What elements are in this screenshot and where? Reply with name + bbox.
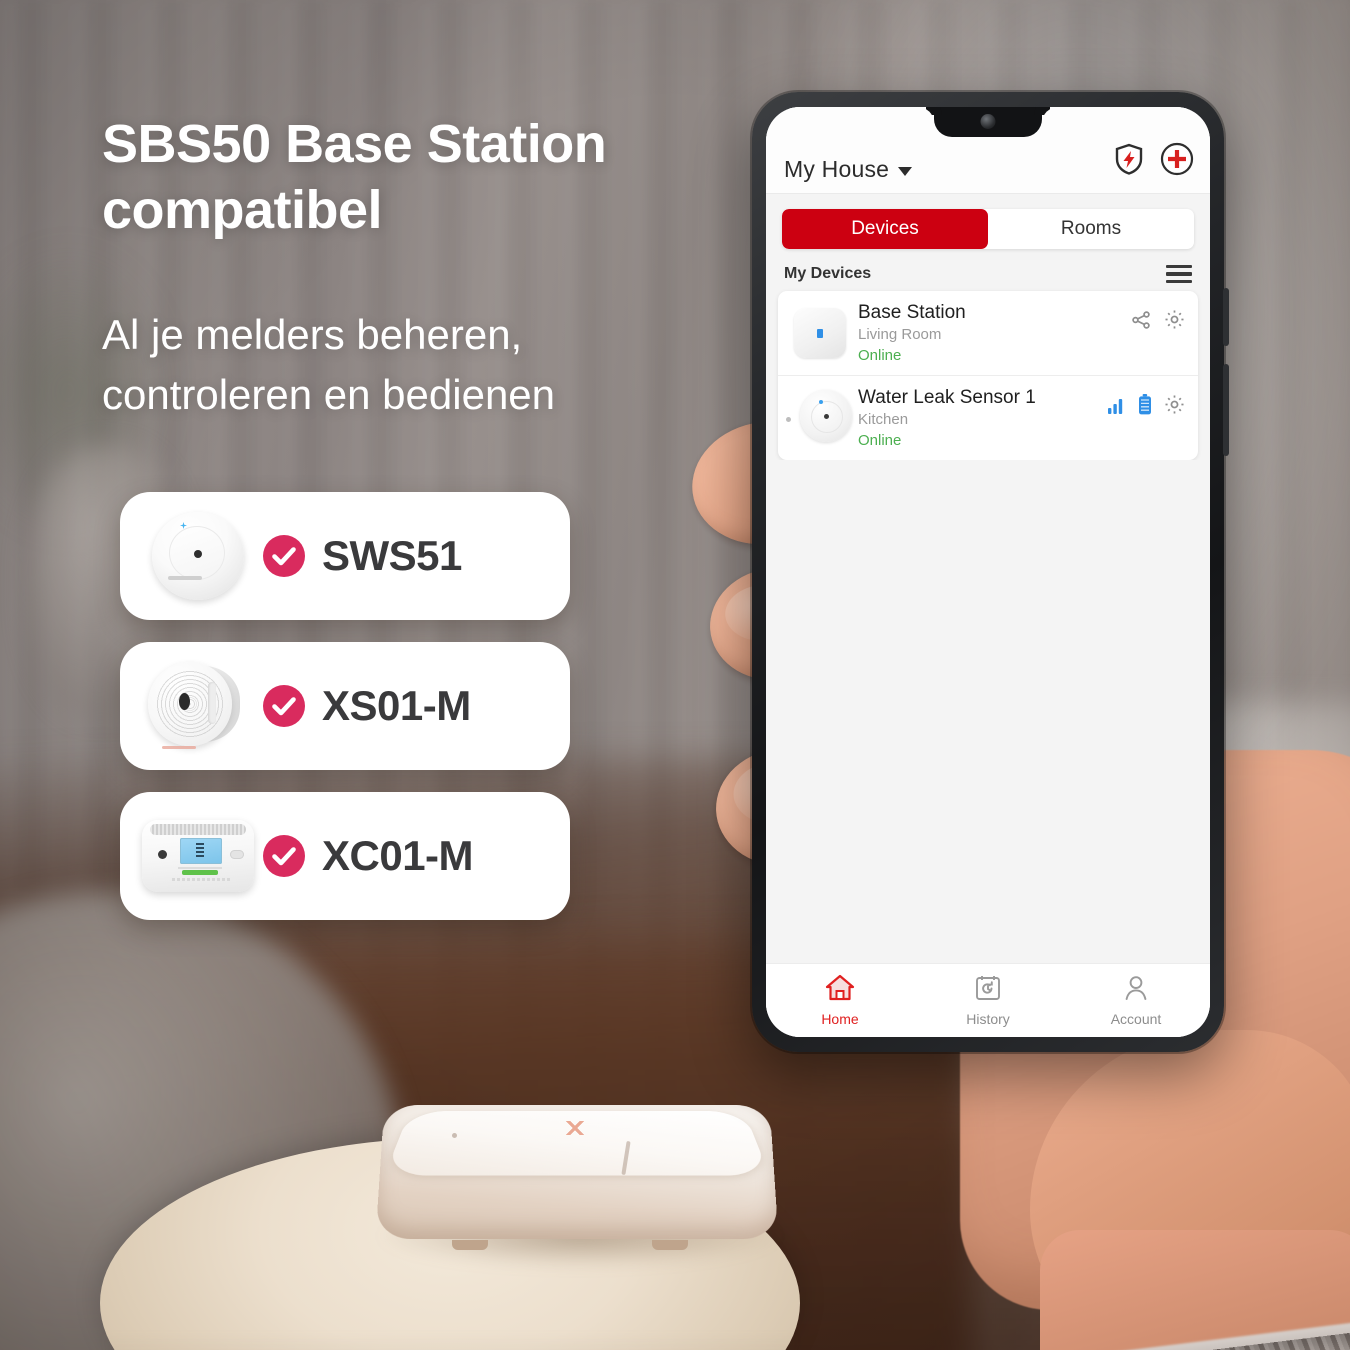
- devices-section-header: My Devices: [784, 265, 1192, 284]
- smoke-alarm-sws51-icon: [138, 502, 256, 610]
- signal-bars-icon: [1107, 395, 1127, 420]
- compatibility-label: XS01-M: [322, 682, 471, 729]
- bottom-navigation: Home History Account: [766, 963, 1210, 1037]
- device-actions: [1107, 393, 1186, 421]
- home-icon: [825, 974, 855, 1006]
- tab-devices[interactable]: Devices: [782, 209, 988, 249]
- smartphone: My House Devices Rooms My Devices Base S…: [752, 92, 1229, 1052]
- device-row-water-leak-sensor[interactable]: Water Leak Sensor 1 Kitchen Online: [778, 375, 1198, 460]
- tab-rooms[interactable]: Rooms: [988, 209, 1194, 249]
- nav-label: Account: [1110, 1011, 1162, 1027]
- chevron-down-icon: [898, 167, 913, 176]
- device-name: Water Leak Sensor 1: [858, 387, 1036, 409]
- check-circle-icon: [262, 834, 306, 878]
- devices-card: Base Station Living Room Online Water Le…: [778, 291, 1198, 461]
- device-actions: [1130, 308, 1186, 336]
- shield-bolt-icon[interactable]: [1114, 143, 1144, 180]
- device-name: Base Station: [858, 302, 966, 324]
- content-spacer: [766, 460, 1210, 963]
- share-icon[interactable]: [1130, 309, 1152, 336]
- house-name-label: My House: [784, 156, 890, 182]
- compatibility-label: XC01-M: [322, 832, 474, 879]
- plus-circle-icon[interactable]: [1160, 142, 1194, 181]
- device-status: Online: [858, 347, 902, 365]
- check-circle-icon: [262, 684, 306, 728]
- nav-label: History: [966, 1011, 1010, 1027]
- nav-item-account[interactable]: Account: [1062, 974, 1210, 1027]
- compatibility-list: SWS51 XS01-M XC01-M: [120, 492, 570, 942]
- nav-item-history[interactable]: History: [914, 974, 1062, 1027]
- device-status: Online: [858, 432, 902, 450]
- subtitle-line-2: controleren en bedienen: [102, 370, 556, 418]
- base-station-logo-icon: [562, 1121, 588, 1135]
- device-room: Living Room: [858, 326, 942, 344]
- nav-label: Home: [821, 1011, 859, 1027]
- headline-model: SBS50: [102, 114, 271, 174]
- gear-icon[interactable]: [1163, 393, 1186, 421]
- header-actions: [1114, 142, 1194, 183]
- phone-screen[interactable]: My House Devices Rooms My Devices Base S…: [766, 107, 1210, 1037]
- base-station-thumb-icon: [788, 302, 850, 364]
- water-leak-sensor-thumb-icon: [786, 387, 852, 449]
- hamburger-menu-icon[interactable]: [1166, 265, 1192, 284]
- house-selector[interactable]: My House: [784, 156, 913, 183]
- co-detector-xc01m-icon: [138, 802, 256, 910]
- gear-icon[interactable]: [1163, 308, 1186, 336]
- page-title: SBS50 Base Station compatibel: [102, 112, 762, 244]
- device-room: Kitchen: [858, 411, 909, 429]
- history-clock-icon: [974, 974, 1002, 1006]
- device-info: Base Station Living Room Online: [858, 302, 1130, 364]
- compatibility-item-sws51: SWS51: [120, 492, 570, 620]
- compatibility-label: SWS51: [322, 532, 462, 579]
- subtitle-line-1: Al je melders beheren,: [102, 311, 523, 358]
- device-info: Water Leak Sensor 1 Kitchen Online: [858, 387, 1107, 449]
- person-icon: [1122, 974, 1150, 1006]
- smoke-alarm-xs01m-icon: [138, 652, 256, 760]
- compatibility-item-xs01m: XS01-M: [120, 642, 570, 770]
- device-row-base-station[interactable]: Base Station Living Room Online: [778, 291, 1198, 375]
- front-camera-icon: [980, 114, 996, 129]
- segmented-tabs: Devices Rooms: [782, 209, 1194, 249]
- page-subtitle: Al je melders beheren, controleren en be…: [102, 305, 762, 424]
- battery-icon: [1138, 394, 1152, 420]
- compatibility-item-xc01m: XC01-M: [120, 792, 570, 920]
- power-button[interactable]: [1223, 288, 1229, 346]
- volume-button[interactable]: [1223, 364, 1229, 456]
- nav-item-home[interactable]: Home: [766, 974, 914, 1027]
- check-circle-icon: [262, 534, 306, 578]
- section-title: My Devices: [784, 265, 872, 283]
- app-root: My House Devices Rooms My Devices Base S…: [766, 107, 1210, 1037]
